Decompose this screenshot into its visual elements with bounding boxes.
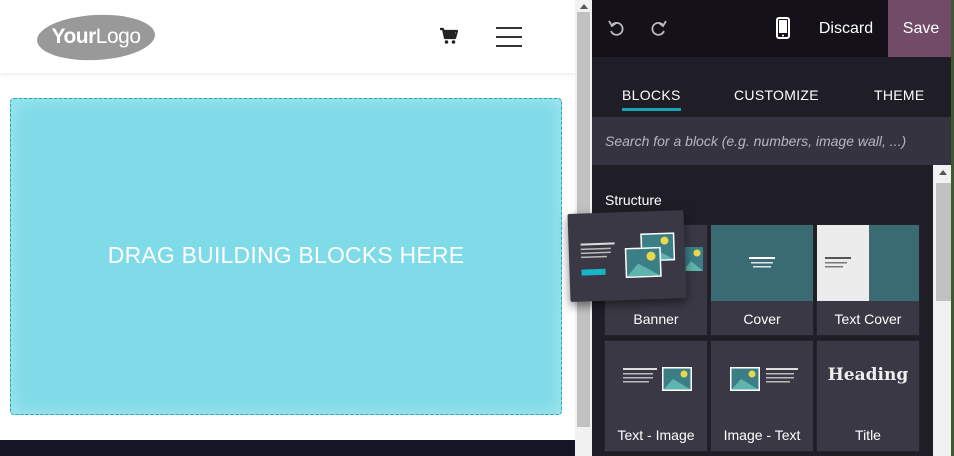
- dragged-block-preview[interactable]: [567, 210, 687, 302]
- block-image-text[interactable]: Image - Text: [710, 340, 814, 452]
- block-thumb-title: Heading: [817, 341, 919, 417]
- cover-thumbnail-icon: [749, 257, 775, 268]
- save-button[interactable]: Save: [888, 0, 954, 57]
- tab-customize[interactable]: CUSTOMIZE: [734, 87, 819, 111]
- image-text-thumbnail-icon: [730, 367, 798, 391]
- block-title[interactable]: Heading Title: [816, 340, 920, 452]
- redo-icon[interactable]: [649, 18, 669, 38]
- block-cover[interactable]: Cover: [710, 224, 814, 336]
- block-text-cover[interactable]: Text Cover: [816, 224, 920, 336]
- site-header: YourLogo: [0, 0, 575, 73]
- block-label: Image - Text: [723, 427, 801, 443]
- tab-blocks[interactable]: BLOCKS: [622, 87, 681, 111]
- block-label: Banner: [633, 311, 679, 327]
- hamburger-menu-icon[interactable]: [496, 26, 522, 48]
- website-preview: YourLogo DRAG BUILDING BLOCKS HERE: [0, 0, 575, 456]
- block-thumb-text-cover: [817, 225, 919, 301]
- block-search: [592, 117, 954, 165]
- section-title-structure: Structure: [605, 192, 662, 208]
- block-thumb-image-text: [711, 341, 813, 417]
- editor-toolbar: Discard Save: [592, 0, 954, 57]
- text-image-thumbnail-icon: [623, 367, 692, 391]
- scroll-up-arrow[interactable]: [939, 170, 947, 175]
- block-label: Text Cover: [834, 311, 902, 327]
- scroll-up-arrow[interactable]: [580, 4, 588, 9]
- dragged-block-icon: [580, 232, 676, 279]
- undo-icon[interactable]: [606, 18, 626, 38]
- drop-zone-label: DRAG BUILDING BLOCKS HERE: [107, 242, 465, 268]
- tab-theme[interactable]: THEME: [874, 87, 925, 111]
- block-search-input[interactable]: [592, 117, 954, 165]
- block-label: Text - Image: [617, 427, 695, 443]
- block-label: Cover: [743, 311, 781, 327]
- block-thumb-text-image: [605, 341, 707, 417]
- shopping-cart-icon[interactable]: [439, 26, 459, 46]
- editor-tabs: BLOCKS CUSTOMIZE THEME: [592, 57, 954, 117]
- site-logo[interactable]: YourLogo: [35, 11, 157, 64]
- block-label: Title: [855, 427, 881, 443]
- title-thumbnail-heading: Heading: [827, 365, 909, 385]
- site-footer: [0, 440, 575, 456]
- block-text-image[interactable]: Text - Image: [604, 340, 708, 452]
- drop-zone[interactable]: DRAG BUILDING BLOCKS HERE: [10, 98, 562, 415]
- text-cover-thumbnail-icon: [817, 225, 919, 301]
- block-thumb-cover: [711, 225, 813, 301]
- logo-text: YourLogo: [51, 25, 141, 48]
- discard-button[interactable]: Discard: [806, 0, 886, 57]
- panel-scrollbar-thumb[interactable]: [936, 183, 951, 301]
- mobile-preview-icon[interactable]: [776, 17, 790, 39]
